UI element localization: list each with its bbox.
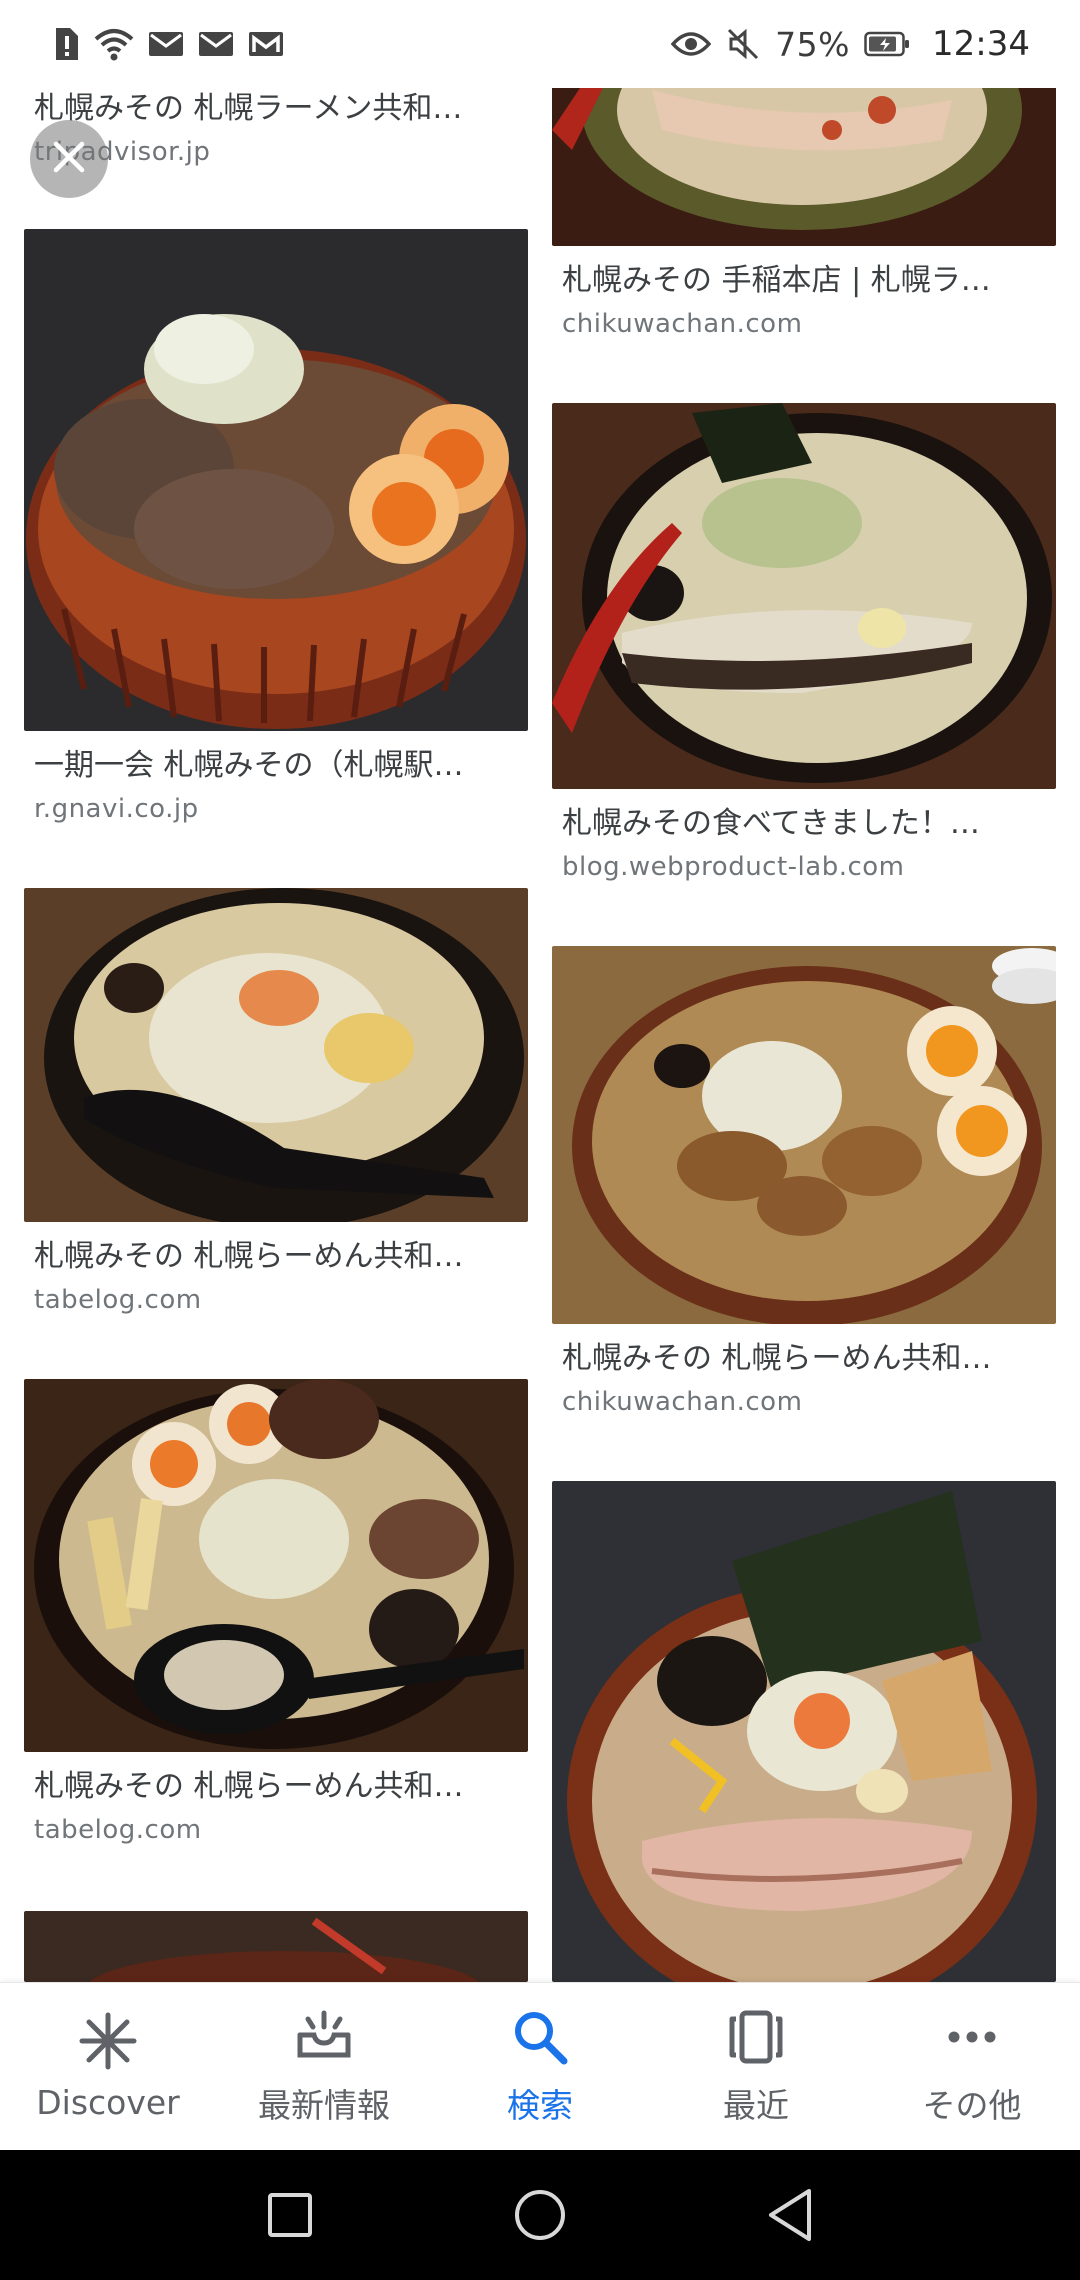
home-circle-button[interactable] — [505, 2180, 575, 2250]
back-triangle-button[interactable] — [755, 2180, 825, 2250]
result-card[interactable] — [24, 1911, 528, 1982]
result-source[interactable]: chikuwachan.com — [552, 306, 1056, 342]
sim-alert-icon — [52, 26, 80, 62]
status-bar: 75% 12:34 — [0, 0, 1080, 88]
result-title[interactable]: 札幌みその 札幌らーめん共和… — [552, 1338, 1056, 1380]
result-thumbnail[interactable] — [552, 1481, 1056, 1982]
result-title[interactable]: 一期一会 札幌みその（札幌駅… — [24, 745, 528, 787]
nav-updates[interactable]: 最新情報 — [224, 2007, 424, 2127]
close-button[interactable] — [30, 120, 108, 198]
result-thumbnail[interactable] — [552, 946, 1056, 1324]
nav-more[interactable]: その他 — [872, 2007, 1072, 2127]
result-card[interactable]: 札幌みその 札幌らーめん共和… tabelog.com — [24, 888, 528, 1318]
asterisk-icon — [78, 2011, 138, 2075]
screen: 75% 12:34 札幌みその 札幌ラーメン共和… tripadvisor.jp — [0, 0, 1080, 2280]
search-icon — [510, 2007, 570, 2071]
result-title[interactable]: 札幌みその食べてきました！… — [552, 803, 1056, 845]
nav-search[interactable]: 検索 — [440, 2007, 640, 2127]
nav-discover-label: Discover — [36, 2083, 180, 2122]
close-icon — [50, 138, 88, 180]
result-source[interactable]: chikuwachan.com — [552, 1384, 1056, 1420]
result-title[interactable]: 札幌みその 札幌らーめん共和… — [24, 1766, 528, 1808]
result-card[interactable]: 札幌みその 手稲本店 | 札幌ラ… chikuwachan.com — [552, 88, 1056, 342]
result-title[interactable]: 札幌みその 札幌ラーメン共和… — [24, 88, 528, 130]
result-source[interactable]: r.gnavi.co.jp — [24, 791, 528, 827]
updates-icon — [294, 2007, 354, 2071]
result-thumbnail[interactable] — [24, 888, 528, 1222]
recents-square-button[interactable] — [255, 2180, 325, 2250]
battery-percent: 75% — [775, 24, 851, 64]
more-icon — [942, 2007, 1002, 2071]
wifi-icon — [94, 27, 134, 61]
result-card[interactable]: 一期一会 札幌みその（札幌駅… r.gnavi.co.jp — [24, 229, 528, 827]
result-thumbnail[interactable] — [552, 403, 1056, 789]
nav-more-label: その他 — [922, 2085, 1022, 2125]
result-source[interactable]: tabelog.com — [24, 1812, 528, 1848]
result-source[interactable]: tabelog.com — [24, 1282, 528, 1318]
result-card[interactable]: 札幌みその 札幌らーめん共和… chikuwachan.com — [552, 946, 1056, 1420]
result-thumbnail[interactable] — [24, 229, 528, 731]
result-thumbnail[interactable] — [24, 1379, 528, 1752]
nav-discover[interactable]: Discover — [8, 2011, 208, 2122]
nav-search-label: 検索 — [507, 2085, 573, 2125]
result-thumbnail[interactable] — [552, 88, 1056, 246]
bottom-navigation: Discover 最新情報 検索 最近 その他 — [0, 1982, 1080, 2150]
result-title[interactable]: 札幌みその 手稲本店 | 札幌ラ… — [552, 260, 1056, 302]
gmail-icon — [248, 30, 284, 58]
mute-icon — [725, 26, 761, 62]
nav-updates-label: 最新情報 — [258, 2085, 390, 2125]
result-card[interactable]: 札幌みその 札幌らーめん共和… tabelog.com — [24, 1379, 528, 1848]
recent-icon — [726, 2007, 786, 2071]
system-navigation-bar — [0, 2150, 1080, 2280]
nav-recent[interactable]: 最近 — [656, 2007, 856, 2127]
mail-icon — [148, 30, 184, 58]
result-title[interactable]: 札幌みその 札幌らーめん共和… — [24, 1236, 528, 1278]
image-results-grid: 札幌みその 札幌ラーメン共和… tripadvisor.jp 一期一会 札幌みそ… — [0, 88, 1080, 1982]
result-card[interactable]: 札幌みその食べてきました！… blog.webproduct-lab.com — [552, 403, 1056, 885]
mail-icon — [198, 30, 234, 58]
clock: 12:34 — [932, 24, 1030, 64]
eye-icon — [671, 30, 712, 58]
nav-recent-label: 最近 — [723, 2085, 789, 2125]
result-thumbnail[interactable] — [24, 1911, 528, 1982]
result-source[interactable]: blog.webproduct-lab.com — [552, 849, 1056, 885]
status-bar-right: 75% 12:34 — [671, 24, 1030, 64]
status-bar-left — [52, 26, 284, 62]
battery-icon — [864, 30, 910, 58]
result-card[interactable] — [552, 1481, 1056, 1982]
